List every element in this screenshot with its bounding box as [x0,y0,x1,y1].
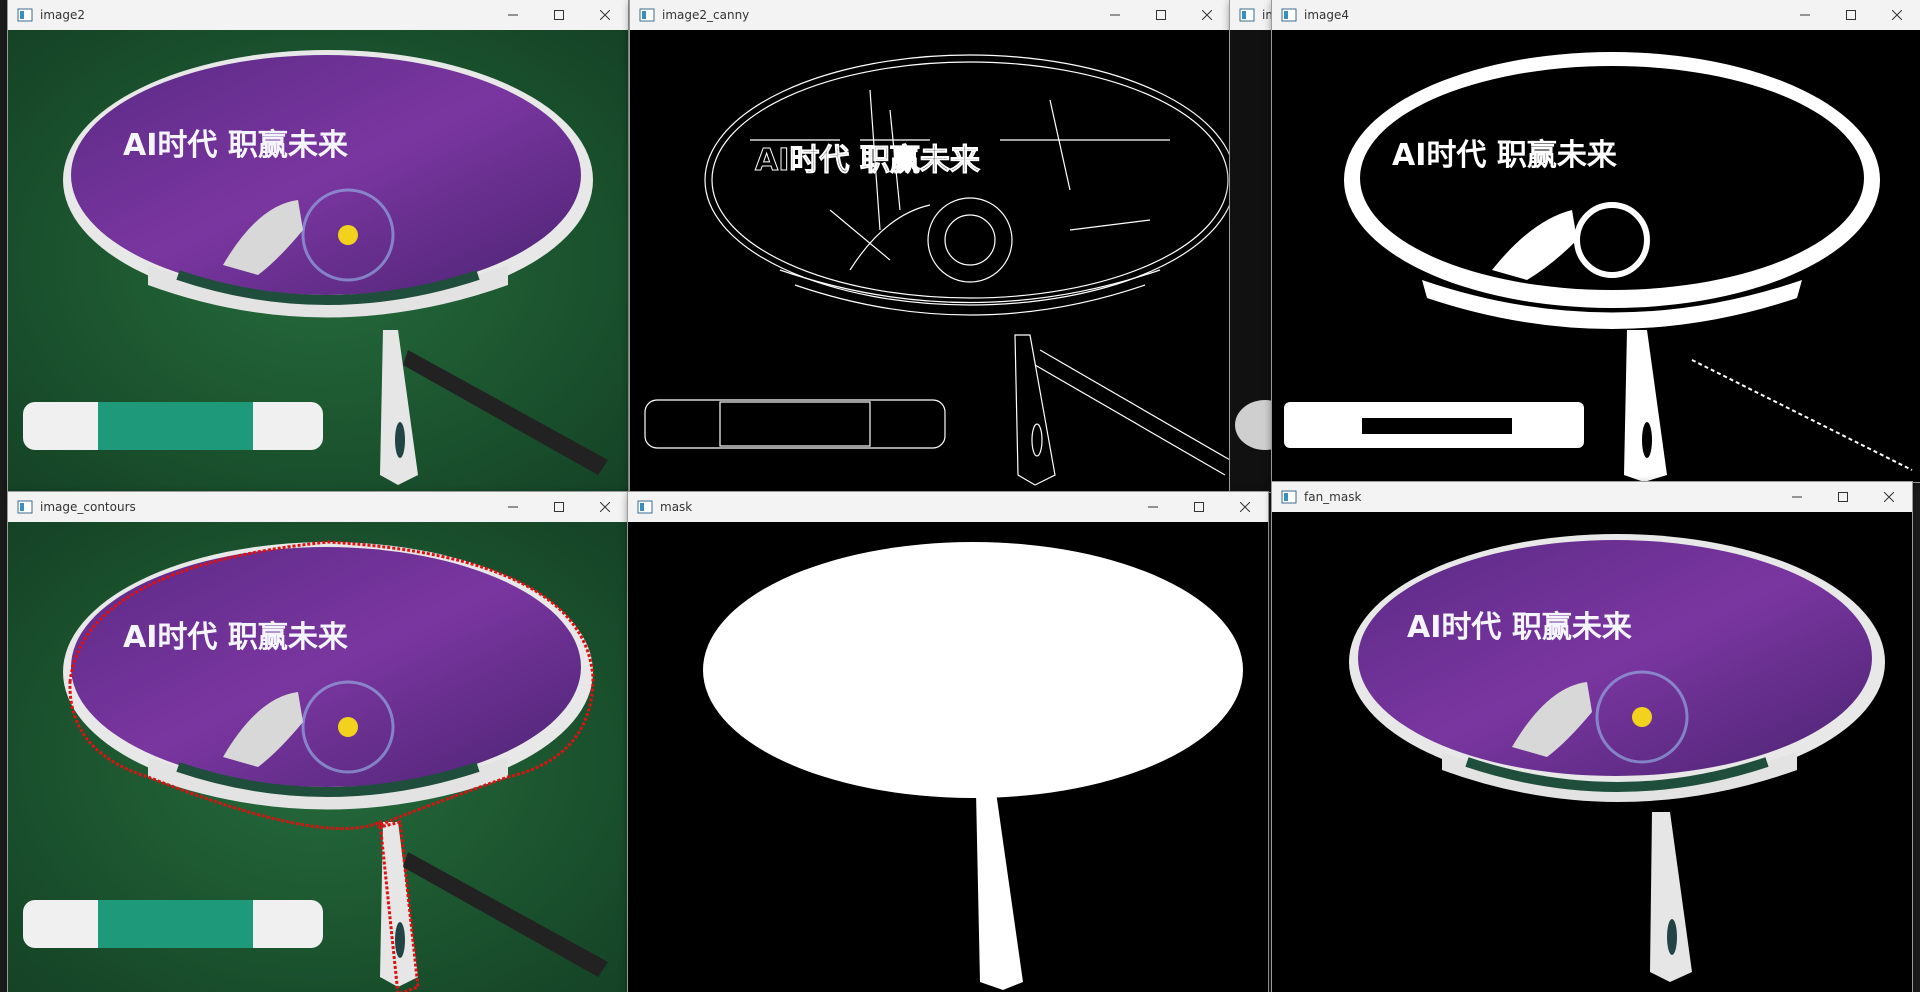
window-title: mask [660,500,693,514]
close-button[interactable] [582,0,628,30]
fan-mask-binary [628,522,1268,992]
minimize-button[interactable] [490,492,536,522]
image-canvas: AI时代 职赢未来 [8,30,628,492]
minimize-icon [1792,496,1802,498]
window-title: image4 [1304,8,1350,22]
window-image4[interactable]: image4 AI时代 职赢未来 [1272,0,1920,482]
minimize-icon [1800,14,1810,16]
image-canvas: AI时代 职赢未来 [1272,512,1912,992]
fan-slogan-threshold: AI时代 职赢未来 [1392,138,1617,173]
minimize-button[interactable] [490,0,536,30]
minimize-button[interactable] [1130,492,1176,522]
minimize-button[interactable] [1092,0,1138,30]
maximize-icon [1846,10,1856,20]
opencv-window-icon [639,8,655,22]
opencv-window-icon [1239,8,1255,22]
minimize-button[interactable] [1774,482,1820,512]
canny-edges: AI时代 职赢未来 [630,30,1230,492]
close-button[interactable] [582,492,628,522]
close-icon [1240,502,1250,512]
maximize-button[interactable] [1138,0,1184,30]
window-title: image_contours [40,500,136,514]
maximize-button[interactable] [536,0,582,30]
maximize-icon [1194,502,1204,512]
fan-slogan-edges: AI时代 职赢未来 [755,143,980,178]
image-canvas: AI时代 职赢未来 [8,522,628,992]
image-canvas: AI时代 职赢未来 [630,30,1230,492]
maximize-icon [554,10,564,20]
opencv-window-icon [1281,8,1297,22]
minimize-icon [508,506,518,508]
close-icon [600,502,610,512]
window-fan-mask[interactable]: fan_mask AI时代 职赢未来 [1272,482,1912,992]
image-canvas: AI时代 职赢未来 [1272,30,1920,482]
window-title: image2_canny [662,8,750,22]
close-button[interactable] [1866,482,1912,512]
minimize-icon [1110,14,1120,16]
window-mask[interactable]: mask [628,492,1268,992]
maximize-button[interactable] [1176,492,1222,522]
opencv-window-icon [1281,490,1297,504]
maximize-button[interactable] [1828,0,1874,30]
fan-slogan: AI时代 职赢未来 [123,620,348,655]
maximize-icon [1156,10,1166,20]
window-title: fan_mask [1304,490,1362,504]
close-button[interactable] [1222,492,1268,522]
opencv-window-icon [17,500,33,514]
window-image2-canny[interactable]: image2_canny AI时代 职赢未来 [630,0,1230,492]
close-icon [1892,10,1902,20]
opencv-window-icon [637,500,653,514]
maximize-button[interactable] [536,492,582,522]
close-icon [1884,492,1894,502]
maximize-button[interactable] [1820,482,1866,512]
close-button[interactable] [1874,0,1920,30]
fan-slogan: AI时代 职赢未来 [1407,610,1632,645]
minimize-icon [1148,506,1158,508]
minimize-button[interactable] [1782,0,1828,30]
fan-photo: AI时代 职赢未来 [8,30,628,492]
threshold-image: AI时代 职赢未来 [1272,30,1920,482]
close-icon [1202,10,1212,20]
maximize-icon [1838,492,1848,502]
fan-masked-photo: AI时代 职赢未来 [1272,512,1912,992]
fan-slogan: AI时代 职赢未来 [123,128,348,163]
window-title: image2 [40,8,86,22]
image-canvas [628,522,1268,992]
contour-photo: AI时代 职赢未来 [8,522,628,992]
minimize-icon [508,14,518,16]
opencv-window-icon [17,8,33,22]
maximize-icon [554,502,564,512]
close-button[interactable] [1184,0,1230,30]
window-image2[interactable]: image2 AI时代 职赢未来 [8,0,628,492]
close-icon [600,10,610,20]
window-image-contours[interactable]: image_contours AI时代 职赢未来 [8,492,628,992]
